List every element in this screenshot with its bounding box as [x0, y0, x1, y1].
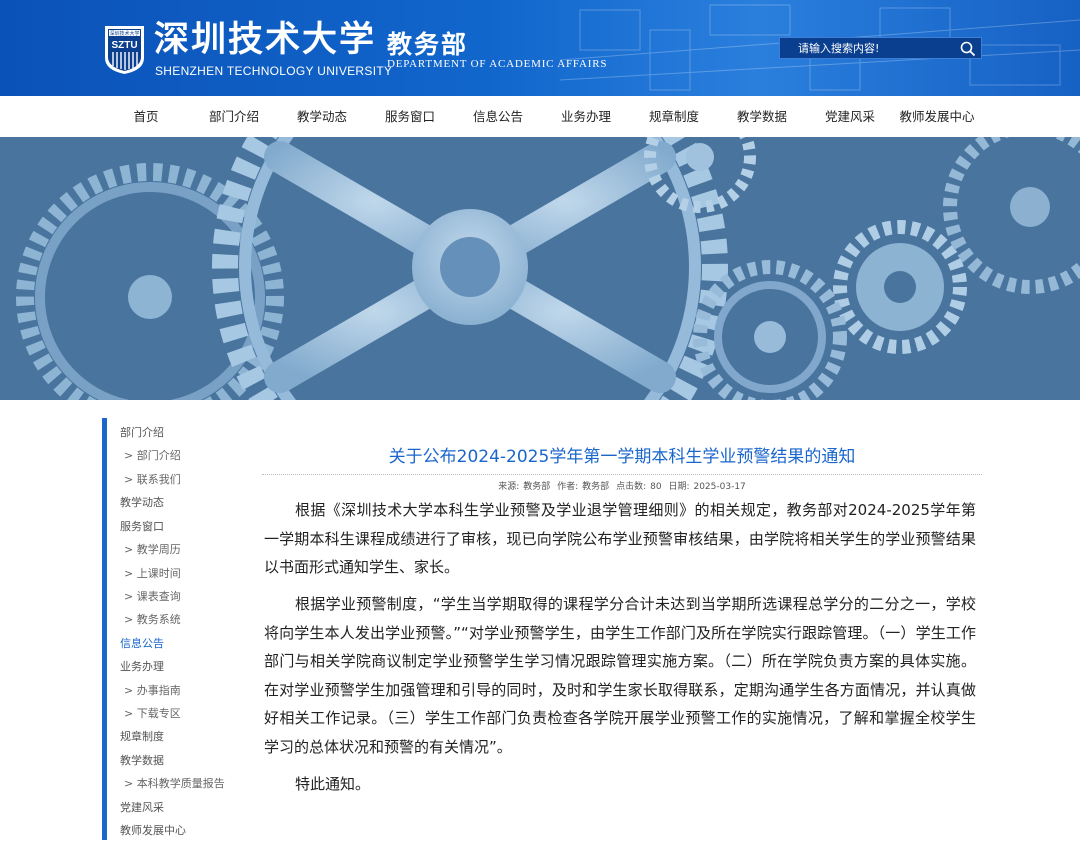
sidebar-subitem-timetable-query[interactable]: > 课表查询 — [124, 588, 181, 604]
nav-home[interactable]: 首页 — [106, 96, 186, 137]
sidebar-item-announcements[interactable]: 信息公告 — [120, 635, 164, 651]
sidebar-subitem-downloads[interactable]: > 下载专区 — [124, 705, 181, 721]
sidebar-subitem-academic-system[interactable]: > 教务系统 — [124, 611, 181, 627]
nav-business[interactable]: 业务办理 — [546, 96, 626, 137]
sidebar-item-party-building[interactable]: 党建风采 — [120, 799, 164, 815]
sidebar-item-teacher-development[interactable]: 教师发展中心 — [120, 822, 186, 838]
university-logo[interactable]: 深圳技术大学 SZTU — [103, 24, 146, 76]
sidebar-item-teaching-news[interactable]: 教学动态 — [120, 494, 164, 510]
site-header: 深圳技术大学 SZTU 深圳技术大学 SHENZHEN TECHNOLOGY U… — [0, 0, 1080, 96]
logo-top-text: 深圳技术大学 — [109, 30, 139, 37]
nav-regulations[interactable]: 规章制度 — [634, 96, 714, 137]
title-divider — [262, 474, 982, 475]
nav-department-intro[interactable]: 部门介绍 — [194, 96, 274, 137]
nav-teacher-development[interactable]: 教师发展中心 — [892, 96, 982, 137]
sidebar-subitem-contact-us[interactable]: > 联系我们 — [124, 471, 181, 487]
meta-views-label: 点击数: — [616, 482, 646, 492]
meta-views: 80 — [650, 482, 661, 492]
department-name-en: DEPARTMENT OF ACADEMIC AFFAIRS — [387, 58, 607, 70]
banner-image — [0, 137, 1080, 400]
article-meta: 来源: 教务部 作者: 教务部 点击数: 80 日期: 2025-03-17 — [262, 479, 982, 492]
article-paragraph-3: 特此通知。 — [264, 770, 976, 799]
sidebar-item-teaching-data[interactable]: 教学数据 — [120, 752, 164, 768]
article-paragraph-2: 根据学业预警制度，“学生当学期取得的课程学分合计未达到当学期所选课程总学分的二分… — [264, 590, 976, 761]
sidebar-nav: 部门介绍 > 部门介绍 > 联系我们 教学动态 服务窗口 > 教学周历 > 上课… — [102, 418, 242, 840]
meta-date: 2025-03-17 — [693, 482, 745, 492]
nav-teaching-data[interactable]: 教学数据 — [722, 96, 802, 137]
gears-illustration — [0, 137, 1080, 400]
meta-author: 教务部 — [582, 482, 609, 492]
main-nav: 首页 部门介绍 教学动态 服务窗口 信息公告 业务办理 规章制度 教学数据 党建… — [0, 96, 1080, 137]
article-paragraph-1: 根据《深圳技术大学本科生学业预警及学业退学管理细则》的相关规定，教务部对2024… — [264, 496, 976, 582]
meta-source-label: 来源: — [498, 482, 519, 492]
sidebar-subitem-teaching-calendar[interactable]: > 教学周历 — [124, 541, 181, 557]
sidebar-subitem-quality-report[interactable]: > 本科教学质量报告 — [124, 775, 225, 791]
sidebar-subitem-service-guide[interactable]: > 办事指南 — [124, 682, 181, 698]
meta-source: 教务部 — [523, 482, 550, 492]
sidebar-item-regulations[interactable]: 规章制度 — [120, 728, 164, 744]
sidebar-item-department-intro[interactable]: 部门介绍 — [120, 424, 164, 440]
sidebar-item-service-window[interactable]: 服务窗口 — [120, 518, 164, 534]
nav-announcements[interactable]: 信息公告 — [458, 96, 538, 137]
search-input[interactable] — [780, 38, 955, 58]
logo-abbr: SZTU — [111, 40, 137, 51]
university-name-cn[interactable]: 深圳技术大学 — [154, 20, 376, 60]
article-title: 关于公布2024-2025学年第一学期本科生学业预警结果的通知 — [262, 442, 982, 467]
search-box — [779, 37, 982, 59]
sidebar-item-business[interactable]: 业务办理 — [120, 658, 164, 674]
university-name-en: SHENZHEN TECHNOLOGY UNIVERSITY — [155, 64, 392, 78]
search-icon[interactable] — [959, 40, 977, 58]
nav-teaching-news[interactable]: 教学动态 — [282, 96, 362, 137]
sidebar-accent-bar — [102, 418, 107, 840]
nav-party-building[interactable]: 党建风采 — [810, 96, 890, 137]
sidebar-subitem-department-intro[interactable]: > 部门介绍 — [124, 447, 181, 463]
nav-service-window[interactable]: 服务窗口 — [370, 96, 450, 137]
sidebar-subitem-class-time[interactable]: > 上课时间 — [124, 565, 181, 581]
department-name-cn: 教务部 — [387, 25, 468, 61]
meta-author-label: 作者: — [557, 482, 578, 492]
meta-date-label: 日期: — [668, 482, 689, 492]
